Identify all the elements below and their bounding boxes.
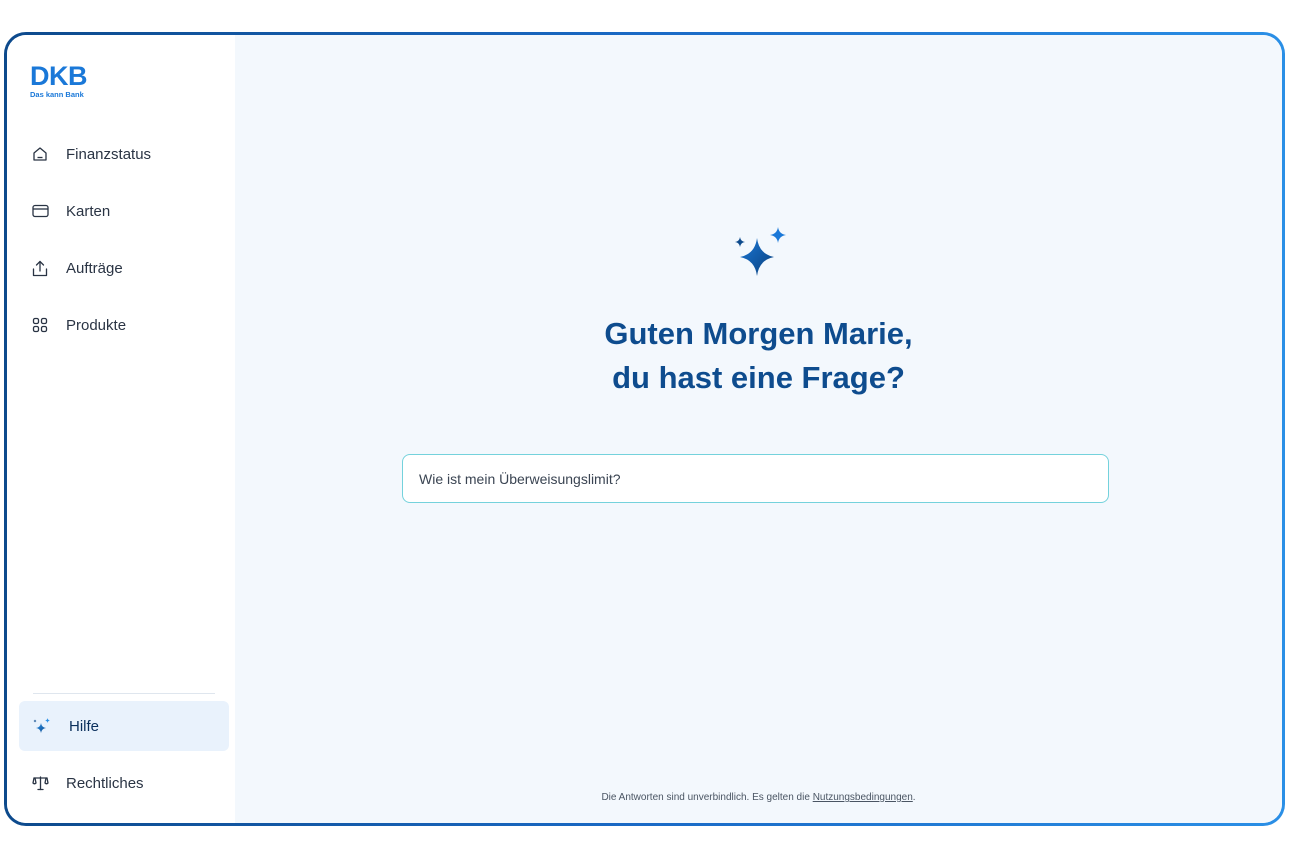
sidebar: DKB Das kann Bank Finanzstatus Karten Au… — [7, 35, 235, 823]
logo-wordmark: DKB — [30, 61, 88, 91]
disclaimer-text: Die Antworten sind unverbindlich. Es gel… — [601, 792, 813, 803]
greeting-heading: Guten Morgen Marie, du hast eine Frage? — [235, 312, 1282, 400]
app-window-frame: DKB Das kann Bank Finanzstatus Karten Au… — [4, 32, 1285, 826]
scales-icon — [31, 774, 49, 792]
card-icon — [31, 202, 49, 220]
sidebar-item-label: Hilfe — [69, 717, 100, 735]
upload-icon — [31, 259, 49, 277]
sidebar-item-label: Aufträge — [66, 259, 123, 277]
sidebar-divider — [33, 693, 215, 694]
grid-icon — [31, 316, 49, 334]
disclaimer-suffix: . — [912, 792, 916, 803]
sparkle-icon — [32, 716, 52, 736]
logo-tagline: Das kann Bank — [30, 90, 84, 99]
sparkle-icon — [728, 225, 790, 292]
sidebar-item-produkte[interactable]: Produkte — [31, 316, 126, 334]
sidebar-item-auftraege[interactable]: Aufträge — [31, 259, 123, 277]
home-icon — [31, 145, 49, 163]
sidebar-item-label: Karten — [66, 202, 111, 220]
sidebar-item-karten[interactable]: Karten — [31, 202, 110, 220]
question-input-box[interactable] — [402, 454, 1109, 503]
greeting-line-2: du hast eine Frage? — [612, 360, 905, 395]
sidebar-item-hilfe[interactable]: Hilfe — [19, 701, 229, 751]
dkb-logo[interactable]: DKB Das kann Bank — [30, 61, 88, 100]
sidebar-item-finanzstatus[interactable]: Finanzstatus — [31, 145, 151, 163]
sidebar-item-label: Rechtliches — [66, 774, 144, 792]
question-input[interactable] — [417, 469, 1108, 488]
sidebar-item-rechtliches[interactable]: Rechtliches — [31, 774, 144, 792]
greeting-line-1: Guten Morgen Marie, — [604, 316, 913, 351]
sidebar-item-label: Finanzstatus — [66, 145, 152, 163]
main-content: Guten Morgen Marie, du hast eine Frage? … — [235, 35, 1282, 823]
disclaimer-footer: Die Antworten sind unverbindlich. Es gel… — [235, 792, 1282, 803]
terms-link[interactable]: Nutzungsbedingungen — [813, 792, 913, 803]
sidebar-item-label: Produkte — [66, 316, 127, 334]
app-window: DKB Das kann Bank Finanzstatus Karten Au… — [7, 35, 1282, 823]
